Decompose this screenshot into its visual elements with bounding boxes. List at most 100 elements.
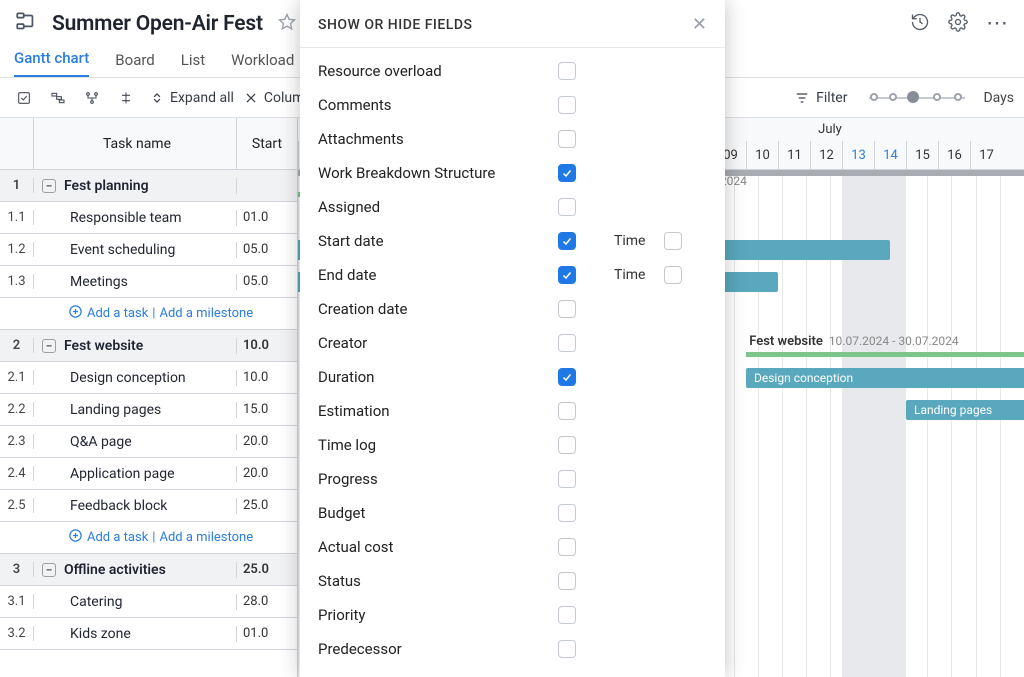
- field-checkbox[interactable]: [558, 470, 576, 488]
- show-hide-fields-dialog: Show or hide fields ✕ Resource overloadC…: [300, 0, 725, 677]
- col-header-task-name[interactable]: Task name: [38, 136, 236, 152]
- add-milestone-link[interactable]: Add a milestone: [159, 530, 253, 545]
- field-toggle-row: Budget: [318, 496, 707, 530]
- zoom-level-label: Days: [983, 90, 1014, 106]
- gantt-month-label: July: [810, 122, 850, 137]
- field-checkbox[interactable]: [558, 96, 576, 114]
- field-label: Creator: [318, 334, 558, 352]
- gantt-group-label: Fest website10.07.2024 - 30.07.2024: [749, 334, 958, 349]
- field-checkbox[interactable]: [558, 232, 576, 250]
- field-checkbox[interactable]: [558, 368, 576, 386]
- collapse-toggle-icon[interactable]: −: [42, 563, 56, 577]
- field-label: Duration: [318, 368, 558, 386]
- favorite-star-icon[interactable]: [277, 12, 297, 36]
- zoom-slider[interactable]: [869, 89, 965, 107]
- task-row[interactable]: 2.4Application page20.0: [0, 458, 297, 490]
- time-checkbox[interactable]: [664, 232, 682, 250]
- add-task-link[interactable]: Add a task: [87, 530, 148, 545]
- collapse-toggle-icon[interactable]: −: [42, 339, 56, 353]
- field-toggle-row: Start dateTime: [318, 224, 707, 258]
- field-checkbox[interactable]: [558, 334, 576, 352]
- field-checkbox[interactable]: [558, 198, 576, 216]
- col-header-start[interactable]: Start: [252, 136, 282, 152]
- task-row[interactable]: 3.2Kids zone01.0: [0, 618, 297, 650]
- dependency-icon[interactable]: [78, 84, 106, 112]
- task-row[interactable]: 1.2Event scheduling05.0: [0, 234, 297, 266]
- task-row[interactable]: 2.5Feedback block25.0: [0, 490, 297, 522]
- field-checkbox[interactable]: [558, 538, 576, 556]
- field-label: Work Breakdown Structure: [318, 164, 558, 182]
- gantt-day-15[interactable]: 15: [906, 141, 938, 169]
- gantt-day-16[interactable]: 16: [938, 141, 970, 169]
- tab-list[interactable]: List: [181, 51, 205, 77]
- project-icon: [14, 9, 40, 39]
- critical-path-icon[interactable]: [112, 84, 140, 112]
- task-group-row[interactable]: 3−Offline activities25.0: [0, 554, 297, 586]
- field-label: Assigned: [318, 198, 558, 216]
- field-checkbox[interactable]: [558, 606, 576, 624]
- gantt-day-17[interactable]: 17: [970, 141, 1002, 169]
- gantt-day-10[interactable]: 10: [746, 141, 778, 169]
- field-label: Attachments: [318, 130, 558, 148]
- field-label: Progress: [318, 470, 558, 488]
- field-toggle-row: Attachments: [318, 122, 707, 156]
- tab-workload[interactable]: Workload: [231, 51, 294, 77]
- gantt-day-12[interactable]: 12: [810, 141, 842, 169]
- field-toggle-row: Comments: [318, 88, 707, 122]
- history-icon[interactable]: [910, 12, 930, 36]
- task-row[interactable]: 1.3Meetings05.0: [0, 266, 297, 298]
- gantt-day-11[interactable]: 11: [778, 141, 810, 169]
- field-toggle-row: Assigned: [318, 190, 707, 224]
- time-checkbox[interactable]: [664, 266, 682, 284]
- field-label: Actual cost: [318, 538, 558, 556]
- field-checkbox[interactable]: [558, 402, 576, 420]
- gantt-day-14[interactable]: 14: [874, 141, 906, 169]
- expand-all-button[interactable]: Expand all: [150, 90, 234, 106]
- task-group-row[interactable]: 1−Fest planning: [0, 170, 297, 202]
- field-toggle-row: End date Time: [318, 258, 707, 292]
- task-row[interactable]: 1.1Responsible team01.0: [0, 202, 297, 234]
- field-label: Time log: [318, 436, 558, 454]
- field-label: Predecessor: [318, 640, 558, 658]
- tab-board[interactable]: Board: [115, 51, 154, 77]
- collapse-toggle-icon[interactable]: −: [42, 179, 56, 193]
- task-row[interactable]: 3.1Catering28.0: [0, 586, 297, 618]
- task-row[interactable]: 2.2Landing pages15.0: [0, 394, 297, 426]
- field-label: Resource overload: [318, 62, 558, 80]
- field-checkbox[interactable]: [558, 436, 576, 454]
- field-checkbox[interactable]: [558, 266, 576, 284]
- gantt-day-13[interactable]: 13: [842, 141, 874, 169]
- gantt-bar[interactable]: Design conception: [746, 368, 1024, 388]
- field-label: Comments: [318, 96, 558, 114]
- cascade-icon[interactable]: [44, 84, 72, 112]
- field-label: Creation date: [318, 300, 558, 318]
- add-task-link[interactable]: Add a task: [87, 306, 148, 321]
- field-checkbox[interactable]: [558, 300, 576, 318]
- field-toggle-row: Status: [318, 564, 707, 598]
- field-checkbox[interactable]: [558, 640, 576, 658]
- more-menu-icon[interactable]: ⋯: [986, 19, 1010, 29]
- select-all-icon[interactable]: [10, 84, 38, 112]
- field-checkbox[interactable]: [558, 164, 576, 182]
- field-checkbox[interactable]: [558, 572, 576, 590]
- field-checkbox[interactable]: [558, 504, 576, 522]
- dialog-close-icon[interactable]: ✕: [692, 14, 707, 35]
- field-toggle-row: Work Breakdown Structure: [318, 156, 707, 190]
- field-checkbox[interactable]: [558, 130, 576, 148]
- add-milestone-link[interactable]: Add a milestone: [159, 306, 253, 321]
- filter-button[interactable]: Filter: [794, 90, 847, 106]
- task-row[interactable]: 2.1Design conception10.0: [0, 362, 297, 394]
- field-label: Priority: [318, 606, 558, 624]
- field-checkbox[interactable]: [558, 62, 576, 80]
- field-label: End date: [318, 266, 558, 284]
- tab-gantt-chart[interactable]: Gantt chart: [14, 49, 89, 77]
- field-toggle-row: Priority: [318, 598, 707, 632]
- task-group-row[interactable]: 2−Fest website10.0: [0, 330, 297, 362]
- field-toggle-row: Predecessor: [318, 632, 707, 666]
- gantt-bar[interactable]: Landing pages: [906, 400, 1024, 420]
- field-label: Estimation: [318, 402, 558, 420]
- field-toggle-row: Creator: [318, 326, 707, 360]
- task-row[interactable]: 2.3Q&A page20.0: [0, 426, 297, 458]
- time-label: Time: [614, 267, 664, 283]
- settings-gear-icon[interactable]: [948, 12, 968, 36]
